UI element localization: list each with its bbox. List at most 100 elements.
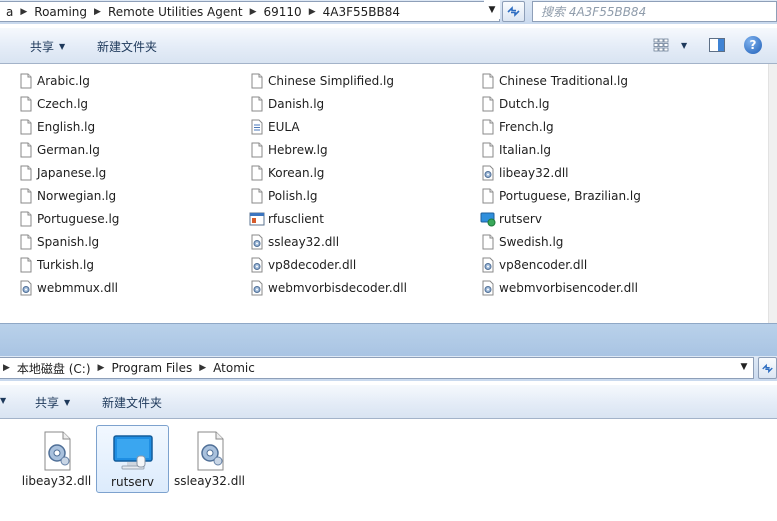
file-item[interactable]: Japanese.lg [18,161,249,184]
breadcrumb-separator-icon[interactable]: ▶ [0,363,13,373]
remote-app-icon [480,211,496,227]
breadcrumb-separator-icon[interactable]: ▶ [17,7,30,17]
app-window-icon [249,211,265,227]
new-folder-button[interactable]: 新建文件夹 [102,385,162,419]
file-name: Danish.lg [268,96,325,111]
file-item[interactable]: Czech.lg [18,92,249,115]
breadcrumb-item[interactable]: a [2,2,17,21]
file-item[interactable]: Korean.lg [249,161,480,184]
search-input[interactable]: 搜索 4A3F55BB84 [532,1,777,22]
file-name: Arabic.lg [37,73,90,88]
file-item[interactable]: libeay32.dll [480,161,738,184]
breadcrumb-label: a [6,4,14,19]
file-item[interactable]: EULA [249,115,480,138]
share-button[interactable]: 共享 ▼ [30,28,65,64]
search-placeholder: 搜索 4A3F55BB84 [541,5,647,19]
new-folder-label: 新建文件夹 [97,39,158,54]
file-item[interactable]: Danish.lg [249,92,480,115]
change-view-button[interactable]: ▼ [653,38,687,52]
command-bar: ▼ 共享 ▼ 新建文件夹 [0,385,777,419]
file-name: French.lg [499,119,554,134]
breadcrumb-item[interactable]: Remote Utilities Agent [104,2,247,21]
breadcrumb-separator-icon[interactable]: ▶ [306,7,319,17]
file-item[interactable]: Dutch.lg [480,92,738,115]
file-item[interactable]: Portuguese, Brazilian.lg [480,184,738,207]
help-icon[interactable]: ? [744,36,762,54]
file-item[interactable]: webmmux.dll [18,276,249,299]
file-item[interactable]: rutserv [480,207,738,230]
large-file-item[interactable]: rutserv [96,425,169,493]
file-item[interactable]: Italian.lg [480,138,738,161]
file-item[interactable]: Arabic.lg [18,69,249,92]
file-item[interactable]: ssleay32.dll [249,230,480,253]
breadcrumb-item[interactable]: 本地磁盘 (C:) [13,359,95,378]
breadcrumb-label: 本地磁盘 (C:) [16,361,91,376]
breadcrumb-item[interactable]: Atomic [209,359,259,378]
file-name: vp8encoder.dll [499,257,588,272]
address-history-dropdown-icon[interactable]: ▼ [736,357,752,376]
preview-pane-button[interactable] [709,38,725,55]
dll-icon [18,280,34,296]
document-icon [249,188,265,204]
large-file-item[interactable]: ssleay32.dll [173,425,246,488]
view-grid-icon [653,38,669,52]
file-item[interactable]: German.lg [18,138,249,161]
breadcrumb-item[interactable]: Program Files [107,359,196,378]
large-icon-view: libeay32.dll rutserv ssleay32.dll [0,419,777,521]
new-folder-button[interactable]: 新建文件夹 [97,28,157,64]
file-item[interactable]: French.lg [480,115,738,138]
file-item[interactable]: Chinese Simplified.lg [249,69,480,92]
dll-icon [35,429,79,473]
breadcrumb-separator-icon[interactable]: ▶ [95,363,108,373]
document-icon [18,211,34,227]
share-button[interactable]: 共享 ▼ [35,385,70,419]
file-item[interactable]: Swedish.lg [480,230,738,253]
window-frame-gap [0,323,777,356]
address-history-dropdown-icon[interactable]: ▼ [484,0,500,19]
vertical-scrollbar[interactable] [768,64,777,323]
document-icon [480,188,496,204]
chevron-down-icon[interactable]: ▼ [0,396,6,405]
breadcrumb-label: Program Files [111,361,193,375]
file-item[interactable]: Spanish.lg [18,230,249,253]
breadcrumb-item[interactable]: Roaming [30,2,91,21]
address-bar-row: a ▶ Roaming ▶ Remote Utilities Agent ▶ 69110 ▶ 4… [0,0,777,24]
breadcrumb-separator-icon[interactable]: ▶ [196,363,209,373]
file-item[interactable]: Turkish.lg [18,253,249,276]
file-item[interactable]: webmvorbisdecoder.dll [249,276,480,299]
document-icon [249,165,265,181]
file-item[interactable]: Portuguese.lg [18,207,249,230]
file-item[interactable]: Hebrew.lg [249,138,480,161]
document-icon [480,119,496,135]
refresh-button[interactable] [758,357,777,379]
address-bar[interactable]: ▶ 本地磁盘 (C:) ▶ Program Files ▶ Atomic [0,357,754,379]
dll-icon [480,257,496,273]
file-item[interactable]: rfusclient [249,207,480,230]
dll-icon [249,234,265,250]
chevron-down-icon[interactable]: ▼ [681,41,687,50]
chevron-down-icon: ▼ [64,397,71,407]
file-name: webmvorbisdecoder.dll [268,280,407,295]
breadcrumb-separator-icon[interactable]: ▶ [247,7,260,17]
file-item[interactable]: English.lg [18,115,249,138]
file-name: webmmux.dll [37,280,118,295]
text-file-icon [249,119,265,135]
file-item[interactable]: vp8decoder.dll [249,253,480,276]
file-item[interactable]: Norwegian.lg [18,184,249,207]
refresh-button[interactable] [502,1,525,22]
document-icon [480,73,496,89]
file-item[interactable]: Chinese Traditional.lg [480,69,738,92]
document-icon [18,142,34,158]
breadcrumb-item[interactable]: 69110 [260,2,306,21]
breadcrumb-separator-icon[interactable]: ▶ [91,7,104,17]
file-item[interactable]: webmvorbisencoder.dll [480,276,738,299]
document-icon [480,96,496,112]
large-file-item[interactable]: libeay32.dll [20,425,93,488]
file-name: Swedish.lg [499,234,564,249]
file-name: Spanish.lg [37,234,100,249]
breadcrumb-item[interactable]: 4A3F55BB84 [319,2,404,21]
file-name: Portuguese.lg [37,211,120,226]
address-bar[interactable]: a ▶ Roaming ▶ Remote Utilities Agent ▶ 69110 ▶ 4… [0,1,500,22]
file-item[interactable]: vp8encoder.dll [480,253,738,276]
file-item[interactable]: Polish.lg [249,184,480,207]
